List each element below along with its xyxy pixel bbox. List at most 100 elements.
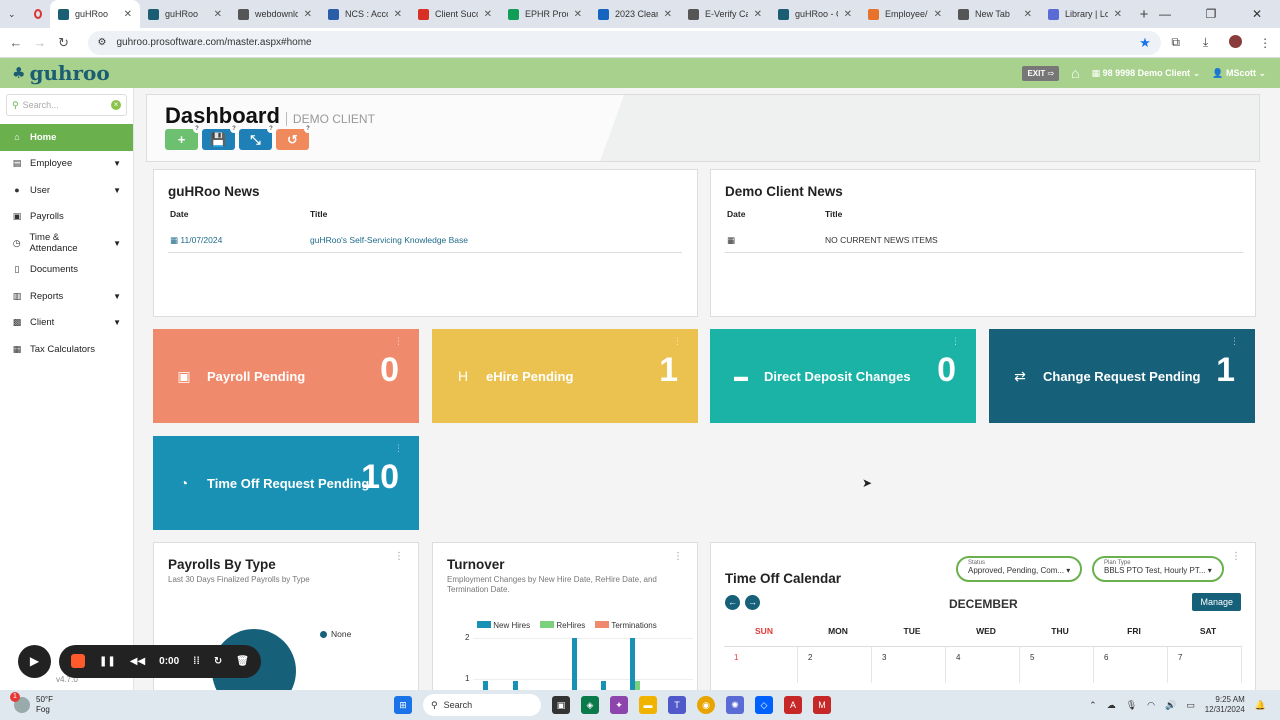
trash-icon[interactable]: 🗑 bbox=[236, 656, 249, 667]
help-icon[interactable]: ? bbox=[193, 125, 201, 133]
profile-avatar[interactable] bbox=[1220, 34, 1250, 51]
site-info-icon[interactable]: ⚙ bbox=[98, 37, 107, 48]
guhroo-logo[interactable]: ♣ guhroo bbox=[12, 61, 110, 85]
sidebar-item[interactable]: ● User ▼ bbox=[0, 177, 133, 204]
start-icon[interactable]: ⊞ bbox=[394, 696, 412, 714]
exit-button[interactable]: EXIT ⇨ bbox=[1022, 65, 1060, 81]
browser-tab[interactable]: New Tab ✕ bbox=[950, 0, 1040, 28]
copilot-icon[interactable]: ✦ bbox=[610, 696, 628, 714]
maximize-button[interactable]: ❐ bbox=[1188, 7, 1234, 21]
acrobat-icon[interactable]: A bbox=[784, 696, 802, 714]
card-menu-icon[interactable]: ⋮ bbox=[1231, 552, 1241, 562]
close-tab-icon[interactable]: ✕ bbox=[934, 9, 942, 20]
task-view-icon[interactable]: ▣ bbox=[552, 696, 570, 714]
compress-button[interactable]: ⤡? bbox=[239, 125, 275, 150]
calendar-date-cell[interactable]: 6 bbox=[1094, 647, 1168, 683]
stat-tile[interactable]: ▣ Payroll Pending 0 ⋮ bbox=[153, 329, 419, 423]
browser-tab[interactable]: Client Succ ✕ bbox=[410, 0, 500, 28]
help-icon[interactable]: ? bbox=[267, 125, 275, 133]
user-menu[interactable]: 👤 MScott ⌄ bbox=[1212, 68, 1266, 79]
clock[interactable]: 9:25 AM 12/31/2024 bbox=[1205, 695, 1245, 716]
tile-menu-icon[interactable]: ⋮ bbox=[1230, 337, 1239, 346]
close-tab-icon[interactable]: ✕ bbox=[1114, 9, 1122, 20]
prev-month-button[interactable]: ← bbox=[725, 595, 740, 610]
tile-menu-icon[interactable]: ⋮ bbox=[951, 337, 960, 346]
help-icon[interactable]: ? bbox=[230, 125, 238, 133]
mcafee-icon[interactable]: M bbox=[813, 696, 831, 714]
calendar-date-cell[interactable]: 1 bbox=[724, 647, 798, 683]
onedrive-icon[interactable]: ☁ bbox=[1107, 700, 1116, 711]
sidebar-item[interactable]: ▣ Payrolls bbox=[0, 204, 133, 231]
sidebar-item[interactable]: ⌂ Home bbox=[0, 124, 133, 151]
company-selector[interactable]: ▦ 98 9998 Demo Client ⌄ bbox=[1092, 68, 1201, 79]
volume-icon[interactable]: 🔊 bbox=[1165, 700, 1176, 711]
stat-tile[interactable]: ▬ Direct Deposit Changes 0 ⋮ bbox=[710, 329, 976, 423]
tile-menu-icon[interactable]: ⋮ bbox=[673, 337, 682, 346]
reset-button[interactable]: ↺? bbox=[276, 125, 312, 150]
browser-tab[interactable]: NCS : Acco ✕ bbox=[320, 0, 410, 28]
browser-tab[interactable]: Employee/C ✕ bbox=[860, 0, 950, 28]
camera-icon[interactable]: ▶ bbox=[18, 644, 51, 678]
close-tab-icon[interactable]: ✕ bbox=[844, 9, 852, 20]
forward-icon[interactable]: → bbox=[28, 35, 52, 50]
grid-icon[interactable]: ⁞⁞ bbox=[193, 656, 200, 667]
browser-tab[interactable]: E-Verify Ca ✕ bbox=[680, 0, 770, 28]
stop-record-button[interactable] bbox=[71, 654, 85, 668]
card-menu-icon[interactable]: ⋮ bbox=[673, 552, 683, 562]
browser-tab[interactable]: guHRoo ✕ bbox=[140, 0, 230, 28]
close-tab-icon[interactable]: ✕ bbox=[1024, 9, 1032, 20]
sidebar-item[interactable]: ▩ Client ▼ bbox=[0, 310, 133, 337]
add-button[interactable]: +? bbox=[165, 125, 201, 150]
calendar-date-cell[interactable]: 2 bbox=[798, 647, 872, 683]
chrome-icon[interactable]: ◉ bbox=[697, 696, 715, 714]
sidebar-item[interactable]: ▤ Employee ▼ bbox=[0, 151, 133, 178]
next-month-button[interactable]: → bbox=[745, 595, 760, 610]
browser-tab[interactable]: EPHR Proce ✕ bbox=[500, 0, 590, 28]
close-tab-icon[interactable]: ✕ bbox=[574, 9, 582, 20]
browser-tab[interactable]: Library | Lo ✕ bbox=[1040, 0, 1130, 28]
search-input[interactable]: Search... bbox=[23, 100, 59, 110]
download-icon[interactable]: ⤓ bbox=[1191, 35, 1221, 50]
close-tab-icon[interactable]: ✕ bbox=[664, 9, 672, 20]
close-tab-icon[interactable]: ✕ bbox=[484, 9, 492, 20]
bookmark-star-icon[interactable]: ★ bbox=[1139, 35, 1151, 51]
sidebar-item[interactable]: ▥ Reports ▼ bbox=[0, 283, 133, 310]
mic-icon[interactable]: 🎙 bbox=[1126, 700, 1137, 711]
stat-tile[interactable]: ⇄ Change Request Pending 1 ⋮ bbox=[989, 329, 1255, 423]
manage-button[interactable]: Manage bbox=[1192, 593, 1241, 611]
tray-overflow-icon[interactable]: ⌃ bbox=[1089, 700, 1097, 711]
close-window-button[interactable]: ✕ bbox=[1234, 7, 1280, 21]
browser-tab[interactable]: 2023 Clean ✕ bbox=[590, 0, 680, 28]
tile-menu-icon[interactable]: ⋮ bbox=[394, 337, 403, 346]
news-link[interactable]: guHRoo's Self-Servicing Knowledge Base bbox=[310, 235, 468, 246]
status-filter[interactable]: Status Approved, Pending, Com... ▾ bbox=[956, 556, 1083, 582]
browser-tab[interactable]: guHRoo - C ✕ bbox=[770, 0, 860, 28]
browser-tab[interactable]: guHRoo ✕ bbox=[50, 0, 140, 28]
pause-icon[interactable]: ❚❚ bbox=[99, 656, 116, 667]
reload-icon[interactable]: ↻ bbox=[52, 35, 76, 51]
url-field[interactable]: ⚙ guhroo.prosoftware.com/master.aspx#hom… bbox=[87, 30, 1161, 55]
browser-tab[interactable]: webdownlo ✕ bbox=[230, 0, 320, 28]
wifi-icon[interactable]: ◠ bbox=[1147, 700, 1155, 711]
tab-list-button[interactable]: ⌄ bbox=[0, 0, 26, 28]
calendar-date-cell[interactable]: 7 bbox=[1168, 647, 1242, 683]
weather-widget[interactable]: 1 50°F Fog bbox=[10, 692, 53, 714]
back-icon[interactable]: ← bbox=[4, 35, 28, 50]
clear-search-icon[interactable]: × bbox=[111, 100, 121, 110]
app-icon[interactable]: ✺ bbox=[726, 696, 744, 714]
close-tab-icon[interactable]: ✕ bbox=[124, 9, 132, 20]
calendar-date-cell[interactable]: 4 bbox=[946, 647, 1020, 683]
help-icon[interactable]: ? bbox=[304, 125, 312, 133]
notifications-icon[interactable]: 🔔 bbox=[1255, 700, 1266, 711]
news-row[interactable]: ▦ 11/07/2024 guHRoo's Self-Servicing Kno… bbox=[168, 235, 682, 253]
calendar-date-cell[interactable]: 5 bbox=[1020, 647, 1094, 683]
save-button[interactable]: 💾? bbox=[202, 125, 238, 150]
extensions-icon[interactable]: ⧉ bbox=[1161, 35, 1191, 50]
sidebar-item[interactable]: ▦ Tax Calculators bbox=[0, 336, 133, 363]
home-icon[interactable]: ⌂ bbox=[1071, 65, 1079, 81]
sidebar-item[interactable]: ◷ Time & Attendance ▼ bbox=[0, 230, 133, 257]
minimize-button[interactable]: — bbox=[1142, 7, 1188, 21]
teams-icon[interactable]: T bbox=[668, 696, 686, 714]
tile-menu-icon[interactable]: ⋮ bbox=[394, 444, 403, 453]
stat-tile[interactable]: HeHire Pending 1 ⋮ bbox=[432, 329, 698, 423]
